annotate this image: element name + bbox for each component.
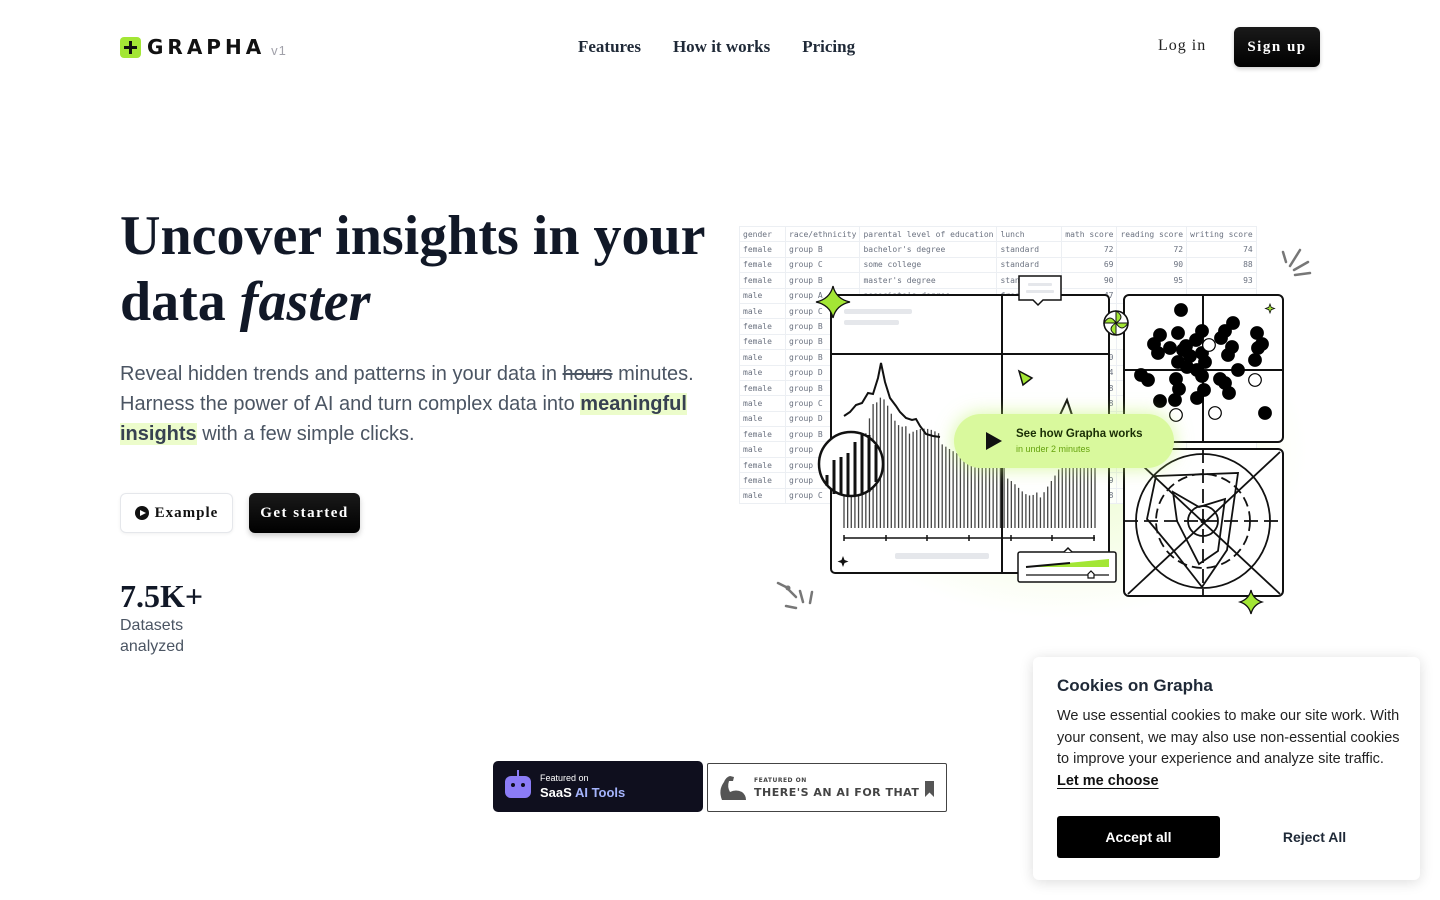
saas-badge-text: Featured on SaaS AI Tools — [540, 773, 625, 800]
saas-name-b: AI Tools — [574, 785, 626, 800]
reject-all-button[interactable]: Reject All — [1233, 816, 1396, 858]
saas-featured-label: Featured on — [540, 773, 589, 783]
cookie-text: We use essential cookies to make our sit… — [1057, 708, 1400, 768]
scatter-dot — [1190, 391, 1204, 405]
scatter-dot — [1168, 393, 1182, 407]
flexed-arm-icon — [720, 775, 746, 800]
scatter-dot — [1153, 394, 1167, 408]
cookie-banner: Cookies on Grapha We use essential cooki… — [1033, 657, 1420, 880]
placeholder-bar — [844, 309, 912, 314]
scatter-dot — [1169, 408, 1183, 422]
video-subtitle: in under 2 minutes — [1016, 444, 1091, 454]
cookie-title: Cookies on Grapha — [1057, 676, 1213, 695]
let-me-choose-link[interactable]: Let me choose — [1057, 771, 1159, 793]
sub-part: with a few simple clicks. — [202, 423, 415, 445]
login-link[interactable]: Log in — [1158, 37, 1206, 55]
hero-title-main: Uncover insights in your data — [120, 205, 705, 333]
nav-pricing[interactable]: Pricing — [802, 37, 855, 57]
scatter-dot — [1141, 373, 1155, 387]
nav-links: Features How it works Pricing — [578, 37, 855, 57]
scatter-dot — [1221, 348, 1235, 362]
play-icon — [986, 432, 1002, 450]
saas-name-a: SaaS — [540, 785, 572, 800]
bookmark-icon — [925, 781, 934, 797]
taaft-badge[interactable]: FEATURED ON THERE'S AN AI FOR THAT — [707, 763, 947, 812]
swirl-ball-icon — [1103, 310, 1129, 336]
scatter-dot — [1171, 326, 1185, 340]
cookie-body: We use essential cookies to make our sit… — [1057, 706, 1402, 793]
stat-value: 7.5K+ — [120, 578, 204, 614]
taaft-name: THERE'S AN AI FOR THAT — [754, 785, 920, 799]
scatter-dot — [1231, 363, 1245, 377]
stat-label: Datasets analyzed — [120, 617, 185, 655]
scatter-dot — [1214, 331, 1228, 345]
robot-icon — [505, 769, 531, 798]
struck-word: hours — [562, 363, 613, 385]
scatter-dot — [1195, 369, 1209, 383]
saas-ai-tools-badge[interactable]: Featured on SaaS AI Tools — [493, 761, 703, 812]
signup-button[interactable]: Sign up — [1234, 27, 1320, 67]
nav-features[interactable]: Features — [578, 37, 641, 57]
hero-subtitle: Reveal hidden trends and patterns in you… — [120, 359, 720, 449]
taaft-text: FEATURED ON THERE'S AN AI FOR THAT — [754, 777, 919, 799]
hero-title: Uncover insights in your data faster — [120, 203, 740, 335]
scatter-dot — [1248, 353, 1262, 367]
scatter-dot — [1251, 341, 1265, 355]
scatter-dot — [1151, 346, 1165, 360]
example-button[interactable]: Example — [120, 493, 233, 533]
taaft-featured-label: FEATURED ON — [754, 776, 807, 784]
scatter-dot — [1222, 386, 1236, 400]
play-circle-icon — [134, 506, 149, 520]
scatter-dot — [1202, 338, 1216, 352]
logo[interactable]: GRAPHA v1 — [120, 35, 287, 59]
example-button-label: Example — [154, 504, 219, 521]
video-text: See how Grapha works in under 2 minutes — [1016, 428, 1143, 454]
scatter-dot — [1174, 303, 1188, 317]
get-started-button[interactable]: Get started — [249, 493, 360, 533]
video-title: See how Grapha works — [1016, 428, 1143, 440]
scatter-dot — [1163, 341, 1177, 355]
placeholder-bar — [895, 553, 989, 559]
magnifier-lens — [817, 430, 885, 498]
hero-title-emphasis: faster — [239, 271, 371, 333]
accept-all-button[interactable]: Accept all — [1057, 816, 1220, 858]
sub-part: Reveal hidden trends and patterns in you… — [120, 363, 557, 385]
scatter-dot — [1248, 373, 1262, 387]
scatter-dot — [1258, 406, 1272, 420]
logo-text: GRAPHA — [147, 35, 266, 59]
video-cta[interactable]: See how Grapha works in under 2 minutes — [954, 414, 1174, 468]
version-label: v1 — [271, 42, 287, 58]
top-nav: GRAPHA v1 Features How it works Pricing … — [0, 0, 1440, 94]
saas-name: SaaS AI Tools — [540, 785, 625, 800]
nav-how-it-works[interactable]: How it works — [673, 37, 770, 57]
scatter-dot — [1208, 406, 1222, 420]
logo-plus-icon — [120, 36, 141, 58]
placeholder-bar — [844, 320, 899, 325]
